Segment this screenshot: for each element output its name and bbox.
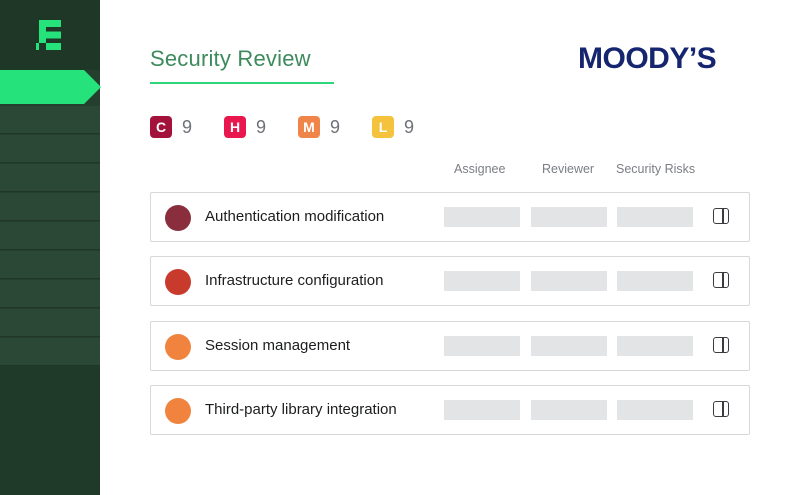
sidebar-item[interactable] <box>0 251 100 279</box>
severity-count-critical: 9 <box>182 117 193 137</box>
column-header-security-risks: Security Risks <box>616 162 696 176</box>
severity-count-medium: 9 <box>330 117 341 137</box>
severity-badge-low: L <box>372 116 394 138</box>
sidebar-item-active[interactable] <box>0 70 101 104</box>
assignee-placeholder[interactable] <box>444 207 520 227</box>
severity-count-low: 9 <box>404 117 415 137</box>
sidebar-footer <box>0 366 100 495</box>
assignee-placeholder[interactable] <box>444 336 520 356</box>
sidebar-header <box>0 0 100 70</box>
severity-dot <box>165 205 191 231</box>
sidebar-item[interactable] <box>0 309 100 337</box>
side-panel-icon[interactable] <box>713 272 729 288</box>
sidebar-item[interactable] <box>0 106 100 134</box>
row-title: Third-party library integration <box>205 401 397 418</box>
severity-badge-critical: C <box>150 116 172 138</box>
column-header-reviewer: Reviewer <box>542 162 595 176</box>
reviewer-placeholder[interactable] <box>531 207 607 227</box>
column-header-assignee: Assignee <box>454 162 506 176</box>
sidebar-item[interactable] <box>0 135 100 163</box>
side-panel-icon[interactable] <box>713 401 729 417</box>
severity-dot <box>165 334 191 360</box>
reviewer-placeholder[interactable] <box>531 336 607 356</box>
brand-logo: MOODY’S <box>578 42 717 75</box>
sidebar-item[interactable] <box>0 222 100 250</box>
security-risks-placeholder[interactable] <box>617 207 693 227</box>
severity-count-high: 9 <box>256 117 267 137</box>
app-logo-icon[interactable] <box>36 20 64 50</box>
table-row[interactable]: Authentication modification <box>150 192 750 242</box>
row-title: Authentication modification <box>205 208 385 225</box>
side-panel-icon[interactable] <box>713 337 729 353</box>
severity-dot <box>165 269 191 295</box>
security-risks-placeholder[interactable] <box>617 400 693 420</box>
table-row[interactable]: Third-party library integration <box>150 385 750 435</box>
table-row[interactable]: Infrastructure configuration <box>150 256 750 306</box>
table-row[interactable]: Session management <box>150 321 750 371</box>
security-risks-placeholder[interactable] <box>617 336 693 356</box>
title-underline <box>150 82 334 84</box>
reviewer-placeholder[interactable] <box>531 400 607 420</box>
reviewer-placeholder[interactable] <box>531 271 607 291</box>
row-title: Session management <box>205 337 351 354</box>
row-title: Infrastructure configuration <box>205 272 384 289</box>
sidebar-item[interactable] <box>0 164 100 192</box>
sidebar-item[interactable] <box>0 280 100 308</box>
sidebar-item[interactable] <box>0 338 100 366</box>
severity-badge-high: H <box>224 116 246 138</box>
page-title: Security Review <box>150 46 311 71</box>
sidebar-item[interactable] <box>0 193 100 221</box>
security-risks-placeholder[interactable] <box>617 271 693 291</box>
assignee-placeholder[interactable] <box>444 271 520 291</box>
assignee-placeholder[interactable] <box>444 400 520 420</box>
severity-badge-medium: M <box>298 116 320 138</box>
side-panel-icon[interactable] <box>713 208 729 224</box>
sidebar <box>0 0 101 495</box>
severity-dot <box>165 398 191 424</box>
